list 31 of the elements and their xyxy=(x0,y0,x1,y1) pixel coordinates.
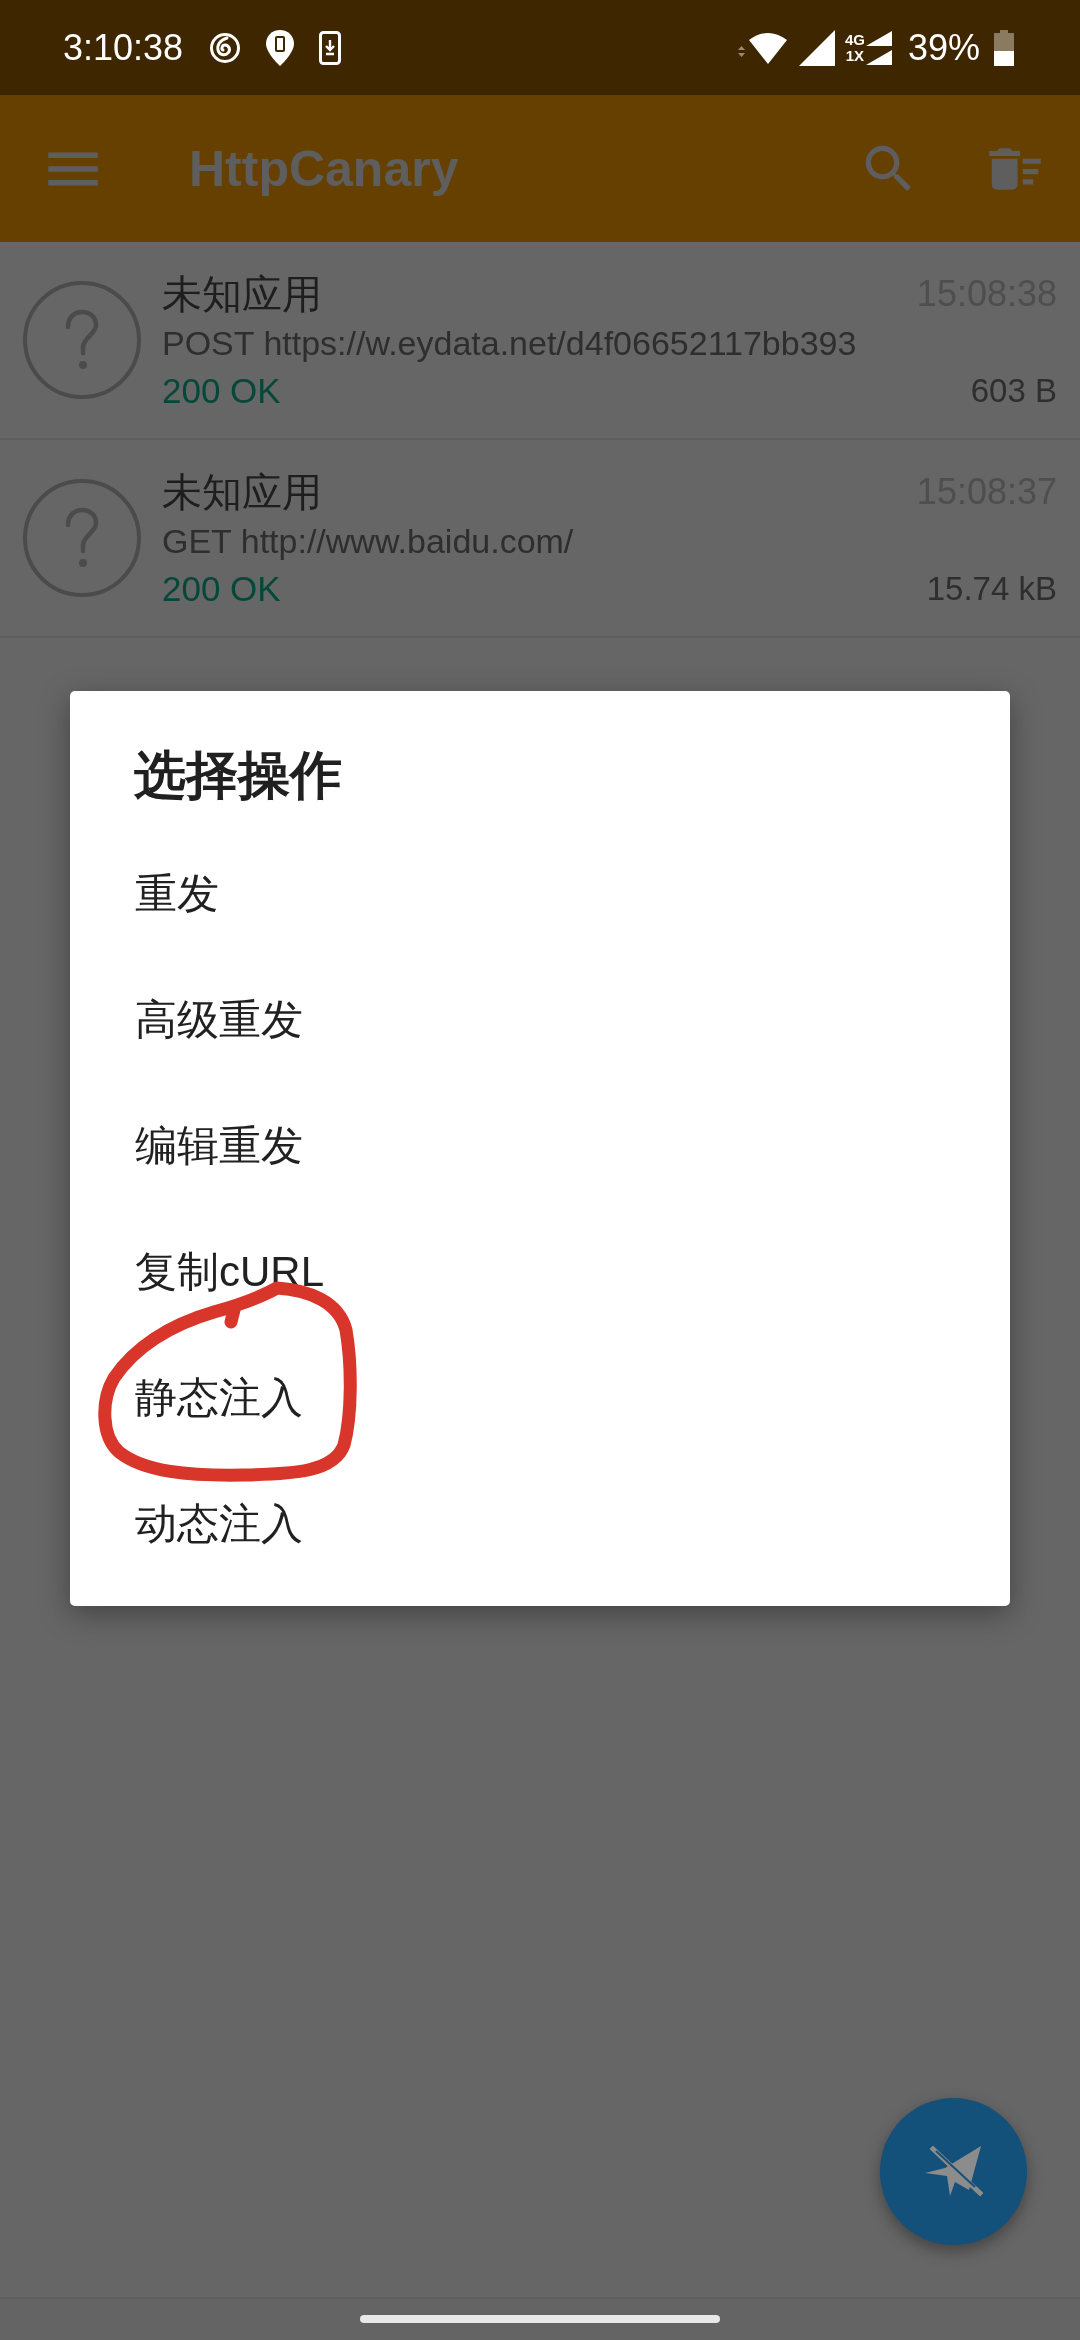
status-time: 3:10:38 xyxy=(63,29,184,66)
app-name: 未知应用 xyxy=(162,469,322,516)
menu-option[interactable]: 复制cURL xyxy=(70,1209,1010,1335)
request-url: GET http://www.baidu.com/ xyxy=(162,521,575,562)
response-size: 15.74 kB xyxy=(926,569,1057,609)
signal-icon xyxy=(798,29,835,66)
battery-icon xyxy=(994,29,1014,66)
question-mark-icon xyxy=(23,479,141,597)
status-text: 200 OK xyxy=(162,370,281,412)
app-name: 未知应用 xyxy=(162,271,322,318)
menu-option[interactable]: 编辑重发 xyxy=(70,1083,1010,1209)
response-size: 603 B xyxy=(970,371,1057,411)
location-pin-icon xyxy=(265,28,296,67)
swirl-icon xyxy=(209,31,242,64)
wifi-icon xyxy=(736,30,787,65)
network-type-label: 1X xyxy=(845,47,865,64)
network-type-label: 4G xyxy=(844,31,865,48)
dual-signal-icon xyxy=(865,30,892,65)
battery-percent: 39% xyxy=(907,29,980,66)
status-text: 200 OK xyxy=(162,568,281,610)
dialog-title: 选择操作 xyxy=(133,745,343,805)
gesture-handle[interactable] xyxy=(360,2315,720,2323)
menu-option[interactable]: 静态注入 xyxy=(70,1335,1010,1461)
menu-option[interactable]: 高级重发 xyxy=(70,957,1010,1083)
menu-option[interactable]: 重发 xyxy=(70,831,1010,957)
phone-download-icon xyxy=(319,30,342,65)
paper-plane-slash-icon xyxy=(924,2145,983,2198)
app-title: HttpCanary xyxy=(189,143,459,194)
question-mark-icon xyxy=(23,281,141,399)
request-url: POST https://w.eydata.net/d4f06652117bb393 xyxy=(162,323,858,364)
menu-option[interactable]: 动态注入 xyxy=(70,1461,1010,1587)
